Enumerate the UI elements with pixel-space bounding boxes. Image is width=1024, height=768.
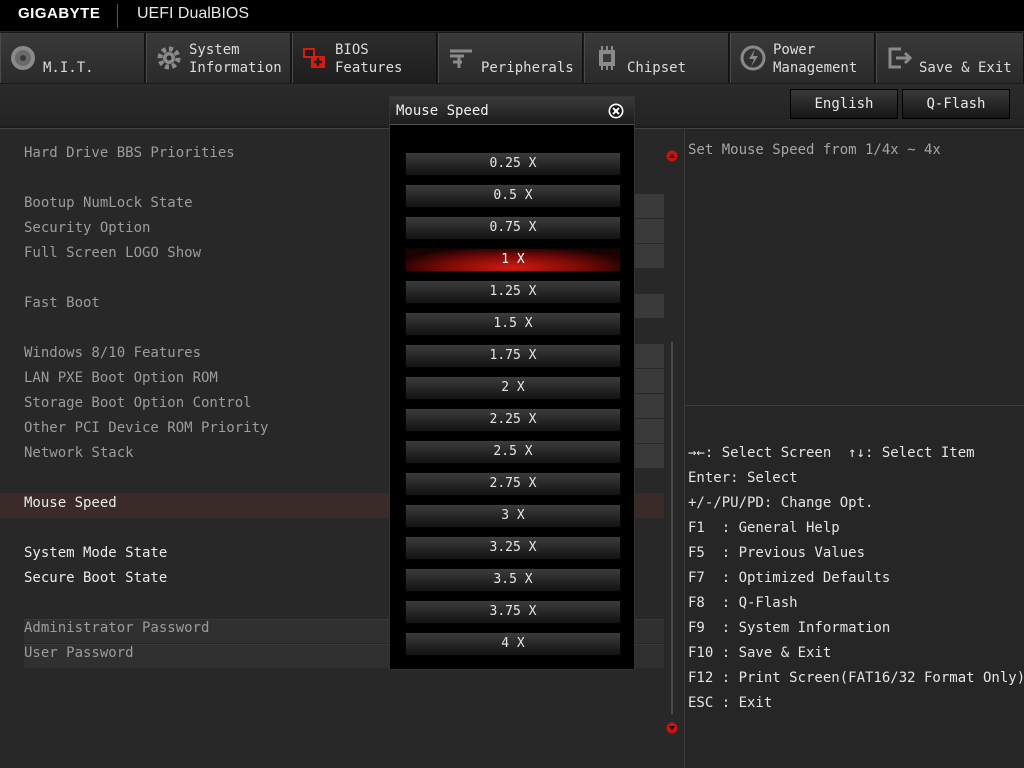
setting-bootup-numlock-state[interactable]: Bootup NumLock State: [24, 193, 193, 213]
peripherals-icon: [450, 49, 472, 68]
setting-other-pci-device-rom-priority[interactable]: Other PCI Device ROM Priority: [24, 418, 268, 438]
option-3-25x[interactable]: 3.25 X: [405, 536, 621, 560]
bios-features-icon: [303, 48, 325, 68]
tab-label: Peripherals: [481, 60, 574, 76]
scroll-up-icon[interactable]: [666, 150, 678, 162]
disc-icon: [11, 46, 35, 70]
option-0-25x[interactable]: 0.25 X: [405, 152, 621, 176]
save-exit-icon: [888, 47, 913, 69]
key-hint-f7: F7 : Optimized Defaults: [688, 570, 891, 586]
option-1-5x[interactable]: 1.5 X: [405, 312, 621, 336]
gear-icon: [157, 46, 181, 70]
option-3x[interactable]: 3 X: [405, 504, 621, 528]
brand-logo: GIGABYTE: [18, 5, 101, 22]
setting-lan-pxe-boot-option-rom[interactable]: LAN PXE Boot Option ROM: [24, 368, 218, 388]
option-1-75x[interactable]: 1.75 X: [405, 344, 621, 368]
option-3-5x[interactable]: 3.5 X: [405, 568, 621, 592]
tab-label: M.I.T.: [43, 60, 94, 76]
option-1-25x[interactable]: 1.25 X: [405, 280, 621, 304]
setting-user-password[interactable]: User Password: [24, 643, 134, 663]
key-hint-change-opt: +/-/PU/PD: Change Opt.: [688, 495, 874, 511]
option-1x[interactable]: 1 X: [405, 248, 621, 272]
product-title: UEFI DualBIOS: [137, 5, 250, 22]
close-icon[interactable]: [607, 102, 625, 120]
tab-label: Chipset: [627, 60, 687, 76]
scrollbar-track[interactable]: [671, 342, 673, 714]
setting-administrator-password[interactable]: Administrator Password: [24, 618, 209, 638]
setting-network-stack[interactable]: Network Stack: [24, 443, 134, 463]
tab-label: BIOS Features: [335, 42, 403, 76]
key-hint-f8: F8 : Q-Flash: [688, 595, 798, 611]
setting-windows-features[interactable]: Windows 8/10 Features: [24, 343, 201, 363]
setting-fast-boot[interactable]: Fast Boot: [24, 293, 100, 313]
option-3-75x[interactable]: 3.75 X: [405, 600, 621, 624]
tab-system-information[interactable]: System Information: [146, 33, 291, 83]
option-2-5x[interactable]: 2.5 X: [405, 440, 621, 464]
chipset-icon: [599, 46, 615, 70]
setting-security-option[interactable]: Security Option: [24, 218, 150, 238]
value-strip: [634, 394, 664, 418]
option-2-75x[interactable]: 2.75 X: [405, 472, 621, 496]
tab-mit[interactable]: M.I.T.: [0, 33, 145, 83]
top-bar: GIGABYTE UEFI DualBIOS: [0, 0, 1024, 32]
tab-label: Save & Exit: [919, 60, 1012, 76]
help-description: Set Mouse Speed from 1/4x ~ 4x: [688, 142, 941, 158]
setting-system-mode-state: System Mode State: [24, 545, 168, 561]
popup-titlebar: Mouse Speed: [390, 97, 634, 125]
value-strip: [634, 194, 664, 218]
setting-hard-drive-bbs-priorities[interactable]: Hard Drive BBS Priorities: [24, 143, 235, 163]
value-strip: [634, 294, 664, 318]
option-2-25x[interactable]: 2.25 X: [405, 408, 621, 432]
tab-bar: M.I.T. System Information BIOS Features …: [0, 32, 1024, 84]
key-hint-esc: ESC : Exit: [688, 695, 773, 711]
key-hint-f10: F10 : Save & Exit: [688, 645, 832, 661]
tab-label: System Information: [189, 42, 282, 76]
value-strip: [634, 369, 664, 393]
key-hint-navigation: →←: Select Screen ↑↓: Select Item: [688, 445, 975, 461]
power-icon: [740, 45, 766, 71]
key-hint-f1: F1 : General Help: [688, 520, 840, 536]
tab-peripherals[interactable]: Peripherals: [438, 33, 583, 83]
qflash-button[interactable]: Q-Flash: [902, 89, 1010, 119]
setting-full-screen-logo-show[interactable]: Full Screen LOGO Show: [24, 243, 201, 263]
tab-chipset[interactable]: Chipset: [584, 33, 729, 83]
key-hint-f5: F5 : Previous Values: [688, 545, 866, 561]
key-hint-f9: F9 : System Information: [688, 620, 891, 636]
option-0-75x[interactable]: 0.75 X: [405, 216, 621, 240]
value-strip: [634, 419, 664, 443]
mouse-speed-popup: Mouse Speed 0.25 X 0.5 X 0.75 X 1 X 1.25…: [389, 96, 635, 670]
setting-storage-boot-option-control[interactable]: Storage Boot Option Control: [24, 393, 252, 413]
key-hint-f12: F12 : Print Screen(FAT16/32 Format Only): [688, 670, 1024, 686]
setting-secure-boot-state: Secure Boot State: [24, 570, 168, 586]
tab-label: Power Management: [773, 42, 858, 76]
language-button[interactable]: English: [790, 89, 898, 119]
popup-title: Mouse Speed: [396, 103, 489, 119]
value-strip: [634, 344, 664, 368]
setting-mouse-speed[interactable]: Mouse Speed: [24, 493, 117, 513]
value-strip: [634, 219, 664, 243]
help-divider: [685, 405, 1024, 406]
value-strip: [634, 444, 664, 468]
tab-bios-features[interactable]: BIOS Features: [292, 33, 437, 83]
tab-power-management[interactable]: Power Management: [730, 33, 875, 83]
tab-save-exit[interactable]: Save & Exit: [876, 33, 1024, 83]
option-2x[interactable]: 2 X: [405, 376, 621, 400]
option-0-5x[interactable]: 0.5 X: [405, 184, 621, 208]
scroll-down-icon[interactable]: [666, 722, 678, 734]
brand-separator: [117, 4, 118, 28]
key-hint-enter: Enter: Select: [688, 470, 798, 486]
value-strip: [634, 244, 664, 268]
option-4x[interactable]: 4 X: [405, 632, 621, 656]
